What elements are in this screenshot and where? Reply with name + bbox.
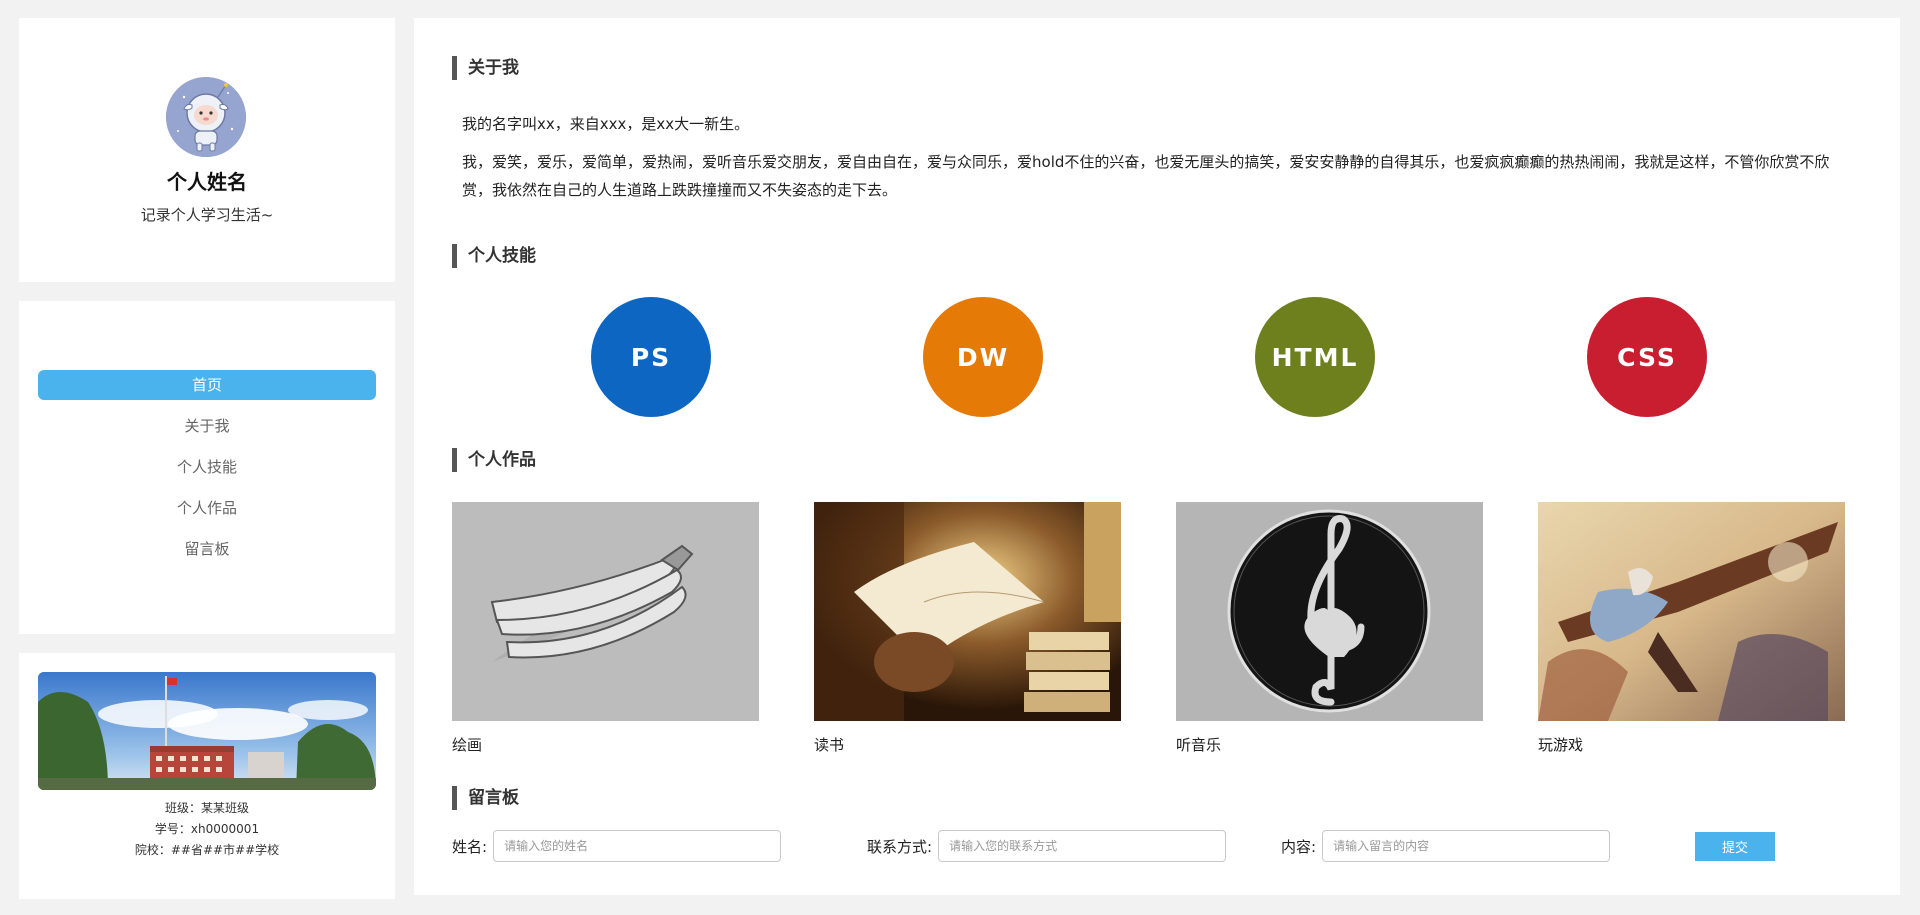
nav-item-guestbook[interactable]: 留言板 [38,534,376,564]
about-paragraph-1: 我的名字叫xx，来自xxx，是xx大一新生。 [462,115,750,133]
work-label-gaming: 玩游戏 [1538,736,1584,754]
game-art-image [1538,502,1845,721]
skills-title: 个人技能 [452,244,536,268]
skill-css-badge: CSS [1587,297,1707,417]
school-line: 院校：##省##市##学校 [134,843,280,857]
reading-book-image [814,502,1121,721]
about-title: 关于我 [452,56,519,80]
treble-clef-heart-image [1176,502,1483,721]
work-item-gaming[interactable]: 玩游戏 [1538,502,1845,755]
student-id-line: 学号：xh0000001 [154,822,260,836]
work-item-drawing[interactable]: 绘画 [452,502,759,755]
name-input[interactable] [493,830,782,862]
main-content: 关于我 我的名字叫xx，来自xxx，是xx大一新生。 我，爱笑，爱乐，爱简单，爱… [414,18,1900,895]
submit-button[interactable]: 提交 [1695,832,1775,861]
content-input[interactable] [1322,830,1611,862]
work-item-reading[interactable]: 读书 [814,502,1121,755]
skill-dw-badge: DW [923,297,1043,417]
guestbook-title: 留言板 [452,786,519,810]
contact-label: 联系方式: [867,837,933,856]
contact-input[interactable] [938,830,1227,862]
content-field-row: 内容: [1281,830,1611,862]
left-sidebar: 个人姓名 记录个人学习生活~ 首页 关于我 个人技能 个人作品 留言板 班级：某… [19,18,395,899]
school-info: 班级：某某班级 学号：xh0000001 院校：##省##市##学校 [19,798,395,861]
sheep-astronaut-icon [166,77,246,157]
school-photo [38,672,376,790]
about-paragraph-2: 我，爱笑，爱乐，爱简单，爱热闹，爱听音乐爱交朋友，爱自由自在，爱与众同乐，爱ho… [462,153,1830,199]
name-field-row: 姓名: [452,830,782,862]
works-title: 个人作品 [452,448,536,472]
profile-card: 个人姓名 记录个人学习生活~ [19,18,395,282]
banana-sketch-image [452,502,759,721]
skill-ps-badge: PS [591,297,711,417]
work-label-reading: 读书 [814,736,845,754]
work-item-music[interactable]: 听音乐 [1176,502,1483,755]
navigation-card: 首页 关于我 个人技能 个人作品 留言板 [19,301,395,634]
nav-item-home[interactable]: 首页 [38,370,376,400]
contact-field-row: 联系方式: [867,830,1227,862]
school-card: 班级：某某班级 学号：xh0000001 院校：##省##市##学校 [19,653,395,899]
work-label-drawing: 绘画 [452,736,483,754]
class-line: 班级：某某班级 [164,801,249,815]
profile-description: 记录个人学习生活~ [140,206,274,224]
profile-name: 个人姓名 [167,170,247,194]
nav-item-skills[interactable]: 个人技能 [38,452,376,482]
work-label-music: 听音乐 [1176,736,1222,754]
name-label: 姓名: [452,837,488,856]
nav-item-works[interactable]: 个人作品 [38,493,376,523]
skill-html-badge: HTML [1255,297,1375,417]
content-label: 内容: [1281,837,1317,856]
nav-list: 首页 关于我 个人技能 个人作品 留言板 [38,370,376,575]
nav-item-about[interactable]: 关于我 [38,411,376,441]
